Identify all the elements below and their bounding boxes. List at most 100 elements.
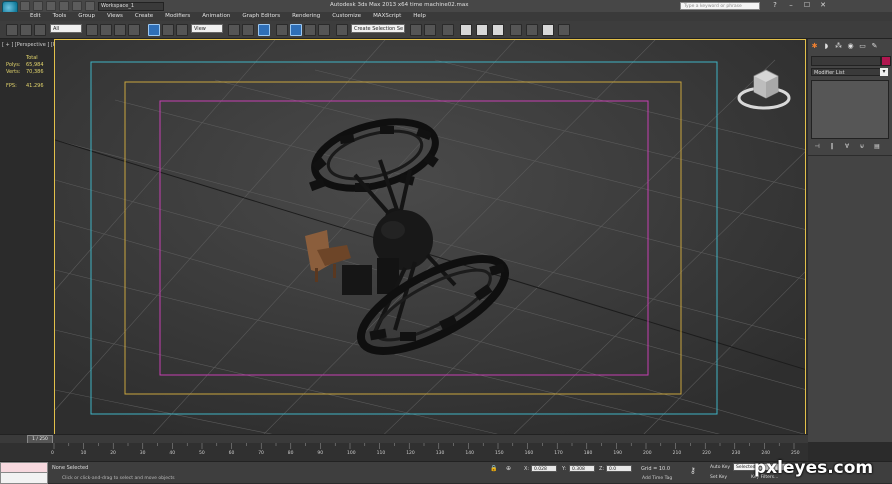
ruler-tick-label: 200 [643, 451, 652, 456]
polys-value: 65,984 [26, 62, 44, 68]
new-file-icon[interactable] [20, 1, 30, 11]
create-tab-icon[interactable]: ✱ [810, 42, 819, 51]
menu-group[interactable]: Group [72, 12, 101, 21]
bind-space-warp-icon[interactable] [34, 24, 46, 36]
selection-status: None Selected [52, 465, 89, 471]
ruler-tick-label: 50 [199, 451, 205, 456]
menu-animation[interactable]: Animation [196, 12, 236, 21]
spinner-snap-icon[interactable] [318, 24, 330, 36]
fps-value: 41.296 [26, 83, 44, 89]
hierarchy-tab-icon[interactable]: ⁂ [834, 42, 843, 51]
rendered-frame-window-icon[interactable] [542, 24, 554, 36]
align-icon[interactable] [424, 24, 436, 36]
modifier-list-dropdown[interactable]: Modifier List [811, 68, 888, 76]
maximize-icon[interactable]: ☐ [802, 1, 812, 10]
edit-named-selection-icon[interactable] [336, 24, 348, 36]
configure-modifier-sets-icon[interactable]: ▤ [873, 143, 881, 150]
named-selection-dropdown[interactable]: Create Selection Se [351, 24, 405, 33]
selection-lock-icon[interactable]: 🔒 [490, 465, 497, 472]
rectangular-selection-icon[interactable] [114, 24, 126, 36]
percent-snap-icon[interactable] [304, 24, 316, 36]
menu-tools[interactable]: Tools [47, 12, 73, 21]
set-key-button[interactable]: Set Key [710, 475, 727, 480]
link-icon[interactable] [6, 24, 18, 36]
motion-tab-icon[interactable]: ◉ [846, 42, 855, 51]
chevron-down-icon[interactable]: ▾ [880, 68, 888, 76]
auto-key-button[interactable]: Auto Key [710, 465, 730, 470]
ruler-tick-label: 70 [258, 451, 264, 456]
modifier-stack[interactable] [811, 80, 889, 139]
verts-value: 70,386 [26, 69, 44, 75]
layer-manager-icon[interactable] [442, 24, 454, 36]
select-by-name-icon[interactable] [100, 24, 112, 36]
object-color-swatch[interactable] [881, 56, 891, 66]
ruler-tick-label: 100 [347, 451, 356, 456]
open-file-icon[interactable] [33, 1, 43, 11]
select-and-manipulate-icon[interactable] [242, 24, 254, 36]
angle-snap-icon[interactable] [290, 24, 302, 36]
minimize-icon[interactable]: – [786, 1, 796, 10]
render-production-icon[interactable] [558, 24, 570, 36]
select-and-move-icon[interactable] [148, 24, 160, 36]
select-object-icon[interactable] [86, 24, 98, 36]
maxscript-mini-input[interactable] [0, 472, 48, 484]
perspective-viewport[interactable] [54, 39, 806, 442]
x-coordinate-input[interactable]: 0.028 [531, 465, 557, 472]
add-time-tag-button[interactable]: Add Time Tag [642, 476, 672, 481]
schematic-view-icon[interactable] [492, 24, 504, 36]
z-coordinate-input[interactable]: 0.0 [606, 465, 632, 472]
pin-stack-icon[interactable]: ⊣ [813, 143, 821, 150]
menu-modifiers[interactable]: Modifiers [159, 12, 196, 21]
menu-views[interactable]: Views [101, 12, 129, 21]
undo-icon[interactable] [59, 1, 69, 11]
menu-maxscript[interactable]: MAXScript [367, 12, 407, 21]
keyboard-shortcut-override-icon[interactable] [258, 24, 270, 36]
ruler-tick-label: 130 [435, 451, 445, 456]
menu-create[interactable]: Create [129, 12, 159, 21]
menu-edit[interactable]: Edit [24, 12, 47, 21]
selection-filter-dropdown[interactable]: All [50, 24, 82, 33]
ruler-tick-label: 160 [524, 451, 534, 456]
mirror-icon[interactable] [410, 24, 422, 36]
ruler-tick-label: 110 [376, 451, 386, 456]
viewcube-icon[interactable] [736, 64, 792, 112]
window-crossing-icon[interactable] [128, 24, 140, 36]
menu-customize[interactable]: Customize [326, 12, 367, 21]
ruler-tick-label: 170 [554, 451, 563, 456]
make-unique-icon[interactable]: ∀ [843, 143, 851, 150]
display-tab-icon[interactable]: ▭ [858, 42, 867, 51]
key-icon[interactable]: ⚷ [690, 466, 696, 475]
viewport-scene [55, 40, 805, 441]
menu-rendering[interactable]: Rendering [286, 12, 326, 21]
redo-icon[interactable] [72, 1, 82, 11]
workspace-dropdown[interactable]: Workspace_1 [98, 2, 164, 11]
absolute-mode-icon[interactable]: ⊕ [506, 465, 511, 472]
utilities-tab-icon[interactable]: ✎ [870, 42, 879, 51]
hold-icon[interactable] [85, 1, 95, 11]
fps-label: FPS: [6, 83, 17, 89]
graphite-ribbon-icon[interactable] [460, 24, 472, 36]
menu-graph-editors[interactable]: Graph Editors [236, 12, 286, 21]
ruler-tick-label: 40 [169, 451, 176, 456]
show-end-result-icon[interactable]: ‖ [828, 143, 836, 150]
help-icon[interactable]: ? [770, 1, 780, 10]
search-input[interactable]: Type a keyword or phrase [680, 2, 760, 10]
select-and-scale-icon[interactable] [176, 24, 188, 36]
unlink-icon[interactable] [20, 24, 32, 36]
quick-access-toolbar [20, 1, 95, 11]
save-file-icon[interactable] [46, 1, 56, 11]
modify-tab-icon[interactable]: ◗ [822, 42, 831, 51]
render-setup-icon[interactable] [526, 24, 538, 36]
object-name-field[interactable] [811, 56, 881, 66]
ruler-tick-label: 60 [228, 451, 235, 456]
material-editor-icon[interactable] [510, 24, 522, 36]
y-coordinate-input[interactable]: 0.308 [569, 465, 595, 472]
close-icon[interactable]: ✕ [818, 1, 828, 10]
pivot-center-icon[interactable] [228, 24, 240, 36]
select-and-rotate-icon[interactable] [162, 24, 174, 36]
snaps-toggle-icon[interactable] [276, 24, 288, 36]
remove-modifier-icon[interactable]: ⊌ [858, 143, 866, 150]
menu-help[interactable]: Help [407, 12, 432, 21]
reference-coordinate-dropdown[interactable]: View [191, 24, 223, 33]
curve-editor-icon[interactable] [476, 24, 488, 36]
